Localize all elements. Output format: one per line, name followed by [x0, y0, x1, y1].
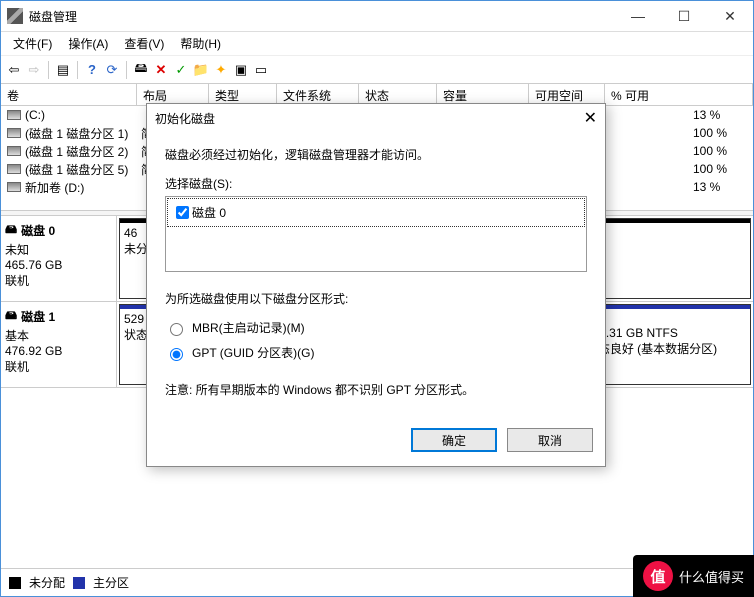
rescan-icon[interactable]: 🖴	[132, 61, 150, 79]
menu-file[interactable]: 文件(F)	[5, 33, 60, 54]
volume-name: (磁盘 1 磁盘分区 2)	[25, 143, 141, 160]
toolbar: ⇦ ⇨ ▤ ? ⟳ 🖴 ✕ ✓ 📁 ✦ ▣ ▭	[1, 56, 753, 84]
disk-info-line: 联机	[5, 272, 112, 289]
minimize-button[interactable]: ―	[615, 1, 661, 31]
initialize-disk-dialog: 初始化磁盘 ✕ 磁盘必须经过初始化，逻辑磁盘管理器才能访问。 选择磁盘(S): …	[146, 103, 606, 467]
volume-name: (磁盘 1 磁盘分区 5)	[25, 161, 141, 178]
volume-pct: 13 %	[693, 180, 753, 194]
dialog-note: 注意: 所有早期版本的 Windows 都不识别 GPT 分区形式。	[165, 381, 587, 398]
menu-help[interactable]: 帮助(H)	[172, 33, 229, 54]
ok-button[interactable]: 确定	[411, 428, 497, 452]
disk-option-label: 磁盘 0	[192, 204, 226, 221]
partition-box[interactable]: (D:) 195.31 GB NTFS 状态良好 (基本数据分区)	[581, 304, 751, 385]
volume-icon	[7, 128, 21, 138]
menubar: 文件(F) 操作(A) 查看(V) 帮助(H)	[1, 32, 753, 56]
refresh-icon[interactable]: ⟳	[103, 61, 121, 79]
col-status[interactable]: 状态	[359, 84, 437, 105]
disk-header[interactable]: 🖴磁盘 0 未知465.76 GB联机	[1, 216, 117, 301]
titlebar: 磁盘管理 ― ☐ ✕	[1, 1, 753, 32]
close-button[interactable]: ✕	[707, 1, 753, 31]
dialog-titlebar: 初始化磁盘 ✕	[147, 104, 605, 132]
disk-icon: 🖴	[5, 306, 17, 327]
maximize-button[interactable]: ☐	[661, 1, 707, 31]
volume-icon	[7, 164, 21, 174]
disk-info-line: 476.92 GB	[5, 344, 112, 358]
title-text: 磁盘管理	[29, 8, 77, 25]
delete-icon[interactable]: ✕	[152, 61, 170, 79]
disk-icon: 🖴	[5, 220, 17, 241]
disk-header[interactable]: 🖴磁盘 1 基本476.92 GB联机	[1, 302, 117, 387]
panel-icon[interactable]: ▤	[54, 61, 72, 79]
cancel-button[interactable]: 取消	[507, 428, 593, 452]
volume-pct: 100 %	[693, 126, 753, 140]
col-capacity[interactable]: 容量	[437, 84, 529, 105]
disk-info-line: 基本	[5, 327, 112, 344]
col-layout[interactable]: 布局	[137, 84, 209, 105]
volume-icon	[7, 182, 21, 192]
disk-info-line: 465.76 GB	[5, 258, 112, 272]
col-type[interactable]: 类型	[209, 84, 277, 105]
volume-name: 新加卷 (D:)	[25, 179, 141, 196]
help-icon[interactable]: ?	[83, 61, 101, 79]
gpt-label: GPT (GUID 分区表)(G)	[192, 344, 314, 361]
new-icon[interactable]: ✦	[212, 61, 230, 79]
volume-pct: 13 %	[693, 108, 753, 122]
col-volume[interactable]: 卷	[1, 84, 137, 105]
dialog-close-button[interactable]: ✕	[584, 108, 597, 128]
partition-style-label: 为所选磁盘使用以下磁盘分区形式:	[165, 290, 587, 307]
mbr-radio[interactable]	[170, 323, 183, 336]
disk-name: 磁盘 1	[21, 308, 55, 325]
col-fs[interactable]: 文件系统	[277, 84, 359, 105]
col-pct[interactable]: % 可用	[605, 84, 753, 105]
menu-action[interactable]: 操作(A)	[60, 33, 116, 54]
volume-pct: 100 %	[693, 144, 753, 158]
disk-info-line: 未知	[5, 241, 112, 258]
watermark: 值 什么值得买	[633, 555, 754, 597]
watermark-text: 什么值得买	[679, 567, 744, 586]
volume-pct: 100 %	[693, 162, 753, 176]
menu-view[interactable]: 查看(V)	[116, 33, 172, 54]
folder-icon[interactable]: 📁	[192, 61, 210, 79]
dialog-title: 初始化磁盘	[155, 110, 215, 127]
legend-unalloc-label: 未分配	[29, 574, 65, 591]
forward-icon[interactable]: ⇨	[25, 61, 43, 79]
check-icon[interactable]: ✓	[172, 61, 190, 79]
disk-info-line: 联机	[5, 358, 112, 375]
disk-selection-list[interactable]: 磁盘 0	[165, 196, 587, 272]
watermark-badge: 值	[643, 561, 673, 591]
legend-primary-swatch	[73, 577, 85, 589]
partition-size: 195.31 GB NTFS	[586, 326, 746, 340]
cards-icon[interactable]: ▣	[232, 61, 250, 79]
partition-status: 状态良好 (基本数据分区)	[586, 340, 746, 357]
partition-name: (D:)	[586, 312, 746, 326]
volume-name: (磁盘 1 磁盘分区 1)	[25, 125, 141, 142]
volume-name: (C:)	[25, 108, 141, 122]
window-icon[interactable]: ▭	[252, 61, 270, 79]
gpt-radio[interactable]	[170, 348, 183, 361]
app-icon	[7, 8, 23, 24]
disk-checkbox[interactable]	[176, 206, 189, 219]
back-icon[interactable]: ⇦	[5, 61, 23, 79]
dialog-description: 磁盘必须经过初始化，逻辑磁盘管理器才能访问。	[165, 146, 587, 163]
legend-unalloc-swatch	[9, 577, 21, 589]
legend-primary-label: 主分区	[93, 574, 129, 591]
select-disk-label: 选择磁盘(S):	[165, 175, 587, 192]
volume-icon	[7, 146, 21, 156]
mbr-label: MBR(主启动记录)(M)	[192, 319, 305, 336]
col-free[interactable]: 可用空间	[529, 84, 605, 105]
disk-option-row[interactable]: 磁盘 0	[167, 198, 585, 227]
disk-name: 磁盘 0	[21, 222, 55, 239]
volume-icon	[7, 110, 21, 120]
